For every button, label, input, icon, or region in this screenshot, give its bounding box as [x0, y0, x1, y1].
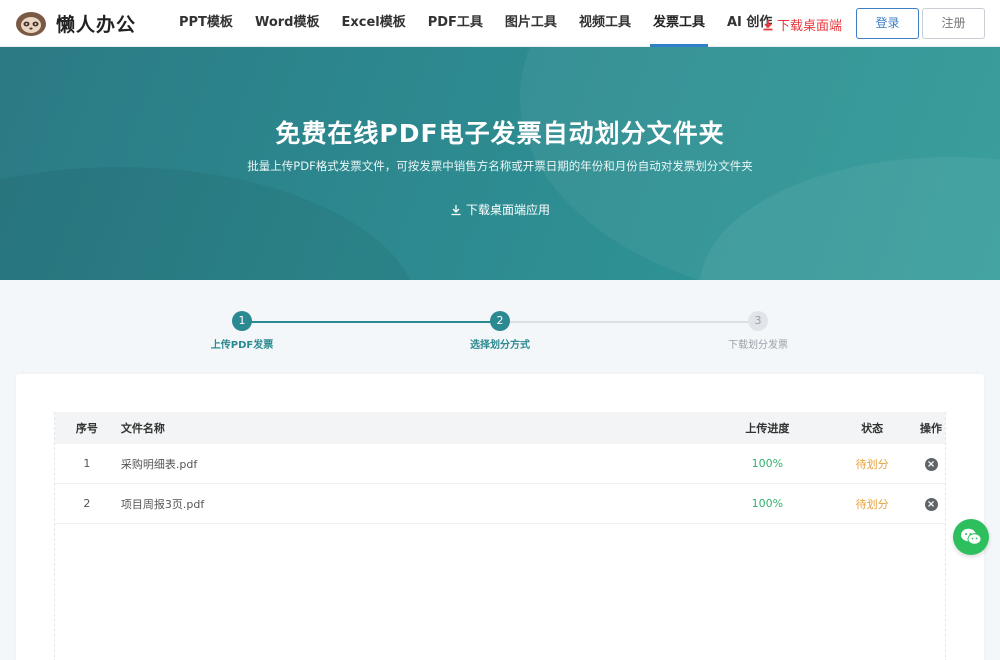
table-header: 序号 文件名称 上传进度 状态 操作	[55, 412, 945, 444]
step-choose-method: 2 选择划分方式	[430, 311, 570, 351]
remove-file-icon[interactable]: ×	[924, 457, 938, 471]
row-action: ×	[917, 457, 945, 471]
nav-item-video-tools[interactable]: 视频工具	[568, 0, 642, 47]
page-title: 免费在线PDF电子发票自动划分文件夹	[275, 119, 725, 148]
row-progress: 100%	[751, 457, 784, 470]
nav-item-image-tools[interactable]: 图片工具	[494, 0, 568, 47]
site-logo[interactable]: 懒人办公	[14, 9, 136, 37]
column-header-progress: 上传进度	[745, 422, 790, 435]
download-app-link[interactable]: 下载桌面端应用	[0, 201, 1000, 219]
download-app-label: 下载桌面端应用	[465, 203, 550, 217]
file-table: 序号 文件名称 上传进度 状态 操作 1 采购明细表.pdf 100% 待划分 …	[54, 412, 946, 660]
step-label: 下载划分发票	[728, 340, 788, 351]
row-status: 待划分	[855, 457, 889, 471]
file-panel: 序号 文件名称 上传进度 状态 操作 1 采购明细表.pdf 100% 待划分 …	[16, 374, 984, 660]
nav-item-word-templates[interactable]: Word模板	[244, 0, 331, 47]
step-number: 2	[490, 311, 510, 331]
logo-text: 懒人办公	[56, 13, 137, 36]
table-row: 2 项目周报3页.pdf 100% 待划分 ×	[55, 484, 945, 524]
login-button[interactable]: 登录	[856, 8, 919, 39]
row-file-name: 项目周报3页.pdf	[120, 497, 205, 511]
column-header-action: 操作	[920, 422, 943, 435]
step-number: 1	[232, 311, 252, 331]
nav-item-excel-templates[interactable]: Excel模板	[330, 0, 416, 47]
step-upload: 1 上传PDF发票	[172, 311, 312, 351]
wechat-icon	[961, 528, 982, 545]
row-file-name: 采购明细表.pdf	[120, 457, 198, 471]
top-navigation-bar: 懒人办公 PPT模板 Word模板 Excel模板 PDF工具 图片工具 视频工…	[0, 0, 1000, 47]
sloth-logo-icon	[16, 12, 46, 36]
main-nav: PPT模板 Word模板 Excel模板 PDF工具 图片工具 视频工具 发票工…	[168, 0, 783, 47]
step-label: 上传PDF发票	[210, 340, 274, 351]
page-subtitle: 批量上传PDF格式发票文件，可按发票中销售方名称或开票日期的年份和月份自动对发票…	[247, 159, 753, 173]
remove-file-icon[interactable]: ×	[924, 497, 938, 511]
column-header-status: 状态	[861, 422, 884, 435]
register-button[interactable]: 注册	[922, 8, 985, 39]
row-index: 2	[83, 497, 91, 510]
table-row: 1 采购明细表.pdf 100% 待划分 ×	[55, 444, 945, 484]
nav-item-pdf-tools[interactable]: PDF工具	[417, 0, 494, 47]
step-download: 3 下载划分发票	[688, 311, 828, 351]
nav-item-invoice-tools[interactable]: 发票工具	[642, 0, 716, 47]
row-progress: 100%	[751, 497, 784, 510]
row-status: 待划分	[855, 497, 889, 511]
wechat-float-button[interactable]	[953, 519, 989, 555]
column-header-name: 文件名称	[120, 422, 165, 435]
download-icon	[450, 204, 462, 219]
row-index: 1	[83, 457, 91, 470]
column-header-index: 序号	[75, 422, 98, 435]
download-desktop-label: 下载桌面端	[777, 19, 843, 34]
download-icon	[763, 19, 773, 30]
progress-steps: 1 上传PDF发票 2 选择划分方式 3 下载划分发票	[0, 300, 1000, 360]
row-action: ×	[917, 497, 945, 511]
download-desktop-link[interactable]: 下载桌面端	[762, 15, 842, 34]
step-label: 选择划分方式	[470, 340, 530, 351]
hero-decoration	[0, 167, 420, 280]
hero-banner: 免费在线PDF电子发票自动划分文件夹 批量上传PDF格式发票文件，可按发票中销售…	[0, 47, 1000, 280]
step-number: 3	[748, 311, 768, 331]
nav-item-ppt-templates[interactable]: PPT模板	[168, 0, 244, 47]
